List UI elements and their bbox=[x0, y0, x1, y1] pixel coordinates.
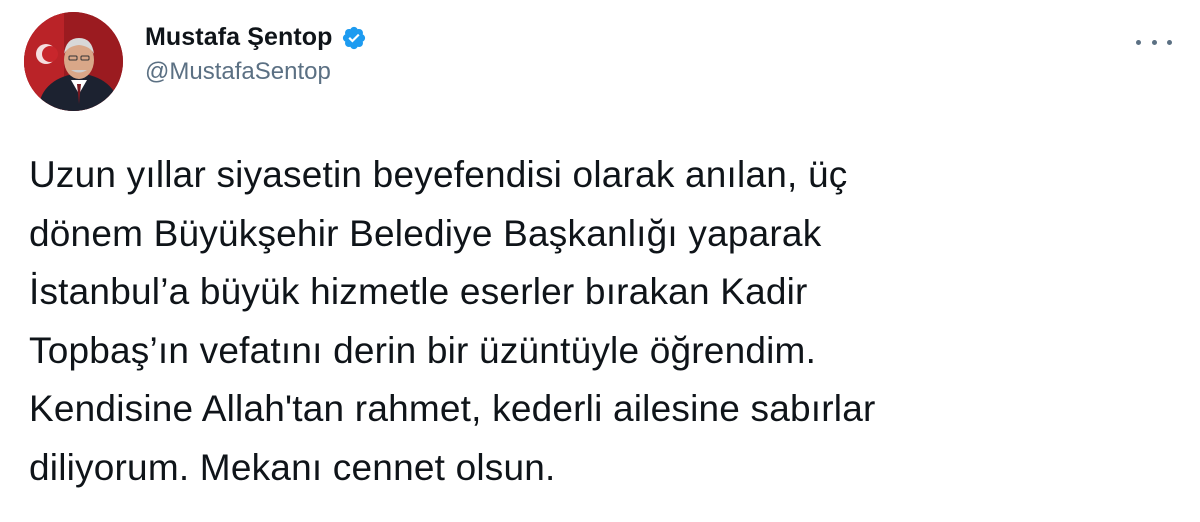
avatar[interactable] bbox=[24, 12, 123, 111]
tweet-text-line: diliyorum. Mekanı cennet olsun. bbox=[29, 446, 556, 488]
more-options-icon[interactable] bbox=[1136, 30, 1172, 54]
tweet-text-line: Kendisine Allah'tan rahmet, kederli aile… bbox=[29, 388, 876, 429]
tweet-text-line: dönem Büyükşehir Belediye Başkanlığı yap… bbox=[29, 212, 822, 254]
dot bbox=[1136, 39, 1141, 45]
tweet-text-line: İstanbul’a büyük hizmetle eserler bıraka… bbox=[29, 271, 808, 312]
tweet-text-line: Topbaş’ın vefatını derin bir üzüntüyle ö… bbox=[29, 329, 817, 371]
display-name[interactable]: Mustafa Şentop bbox=[145, 23, 333, 52]
dot bbox=[1151, 39, 1157, 45]
dot bbox=[1167, 39, 1172, 45]
tweet-text-line: Uzun yıllar siyasetin beyefendisi olarak… bbox=[29, 154, 848, 195]
tweet-header: Mustafa Şentop @MustafaSentop bbox=[24, 12, 367, 111]
tweet-text: Uzun yıllar siyasetin beyefendisi olarak… bbox=[29, 146, 1169, 497]
author-info: Mustafa Şentop @MustafaSentop bbox=[145, 23, 367, 86]
tweet-card: Mustafa Şentop @MustafaSentop Uzun yılla… bbox=[0, 0, 1200, 522]
profile-photo bbox=[24, 12, 123, 111]
user-handle[interactable]: @MustafaSentop bbox=[145, 58, 367, 86]
name-row: Mustafa Şentop bbox=[145, 23, 367, 52]
verified-badge-icon bbox=[341, 25, 367, 51]
